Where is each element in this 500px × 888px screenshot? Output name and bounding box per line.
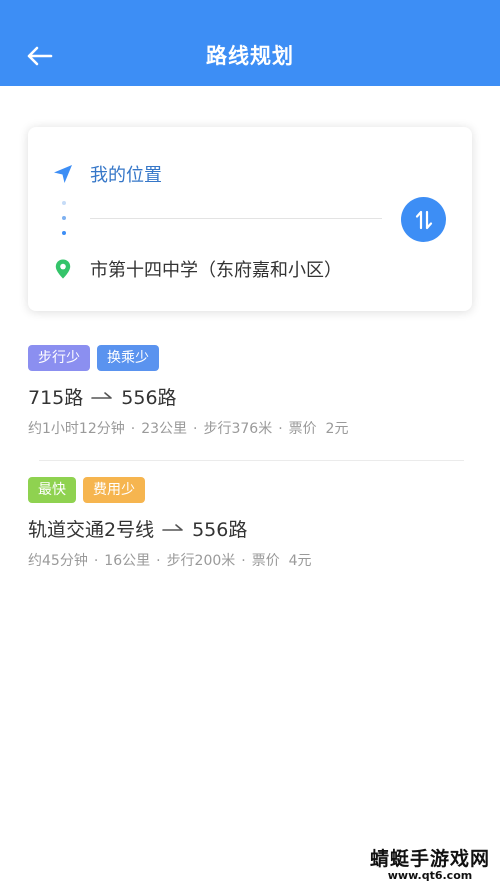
route-distance: 16公里: [104, 553, 151, 569]
route-segment: 715路: [28, 386, 84, 409]
origin-label: 我的位置: [90, 165, 162, 186]
route-segments: 715路 556路: [28, 383, 468, 409]
route-segment: 556路: [192, 518, 248, 541]
watermark-title: 蜻蜓手游戏网: [369, 848, 490, 870]
meta-separator: ·: [156, 553, 161, 569]
meta-separator: ·: [241, 553, 246, 569]
meta-separator: ·: [93, 553, 99, 569]
route-tags: 最快 费用少: [28, 477, 468, 503]
page-title: 路线规划: [206, 44, 294, 68]
route-tags: 步行少 换乘少: [28, 345, 468, 371]
input-divider: [90, 218, 382, 219]
header-bar: 路线规划: [0, 0, 500, 86]
route-fare: 票价 4元: [251, 553, 312, 569]
meta-separator: ·: [278, 421, 283, 437]
meta-separator: ·: [193, 421, 198, 437]
connector-dot: [62, 231, 66, 235]
route-connector-dots: [61, 201, 67, 237]
option-divider: [39, 460, 464, 461]
location-pin-icon: [55, 259, 71, 279]
swap-button[interactable]: [401, 197, 446, 242]
swap-arrows-icon: [415, 210, 432, 229]
transfer-arrow-icon: [91, 392, 113, 399]
route-option[interactable]: 步行少 换乘少 715路 556路 约1小时12分钟 · 23公里 · 步行376米 · 票…: [28, 345, 468, 439]
route-planning-screen: 路线规划 我的位置 市第十四中学（东府嘉和小区） 步行少 换乘少 715路 55…: [0, 0, 500, 888]
route-duration: 约45分钟: [28, 553, 88, 569]
connector-dot: [62, 216, 66, 220]
meta-separator: ·: [130, 421, 136, 437]
route-fare: 票价 2元: [288, 421, 349, 437]
route-option[interactable]: 最快 费用少 轨道交通2号线 556路 约45分钟 · 16公里 · 步行200米 · 票价…: [28, 477, 468, 571]
destination-field[interactable]: 市第十四中学（东府嘉和小区）: [52, 254, 342, 284]
origin-field[interactable]: 我的位置: [52, 159, 162, 189]
route-segment: 轨道交通2号线: [28, 518, 155, 541]
route-segments: 轨道交通2号线 556路: [28, 515, 468, 541]
route-segment: 556路: [121, 386, 177, 409]
navigation-arrow-icon: [54, 165, 72, 183]
site-watermark: 蜻蜓手游戏网 www.qt6.com: [370, 844, 490, 882]
route-duration: 约1小时12分钟: [28, 421, 125, 437]
watermark-url: www.qt6.com: [387, 869, 473, 882]
destination-label: 市第十四中学（东府嘉和小区）: [90, 260, 342, 281]
route-details: 约1小时12分钟 · 23公里 · 步行376米 · 票价 2元: [28, 419, 468, 439]
tag-fewer-walking: 步行少: [28, 345, 90, 371]
route-distance: 23公里: [141, 421, 188, 437]
tag-fewer-transfers: 换乘少: [97, 345, 159, 371]
tag-fastest: 最快: [28, 477, 76, 503]
route-walk-distance: 步行376米: [203, 421, 273, 437]
transfer-arrow-icon: [162, 524, 183, 531]
connector-dot: [62, 201, 66, 205]
route-walk-distance: 步行200米: [166, 553, 236, 569]
route-details: 约45分钟 · 16公里 · 步行200米 · 票价 4元: [28, 551, 468, 571]
route-input-card: 我的位置 市第十四中学（东府嘉和小区）: [28, 127, 472, 311]
tag-lowest-cost: 费用少: [83, 477, 145, 503]
